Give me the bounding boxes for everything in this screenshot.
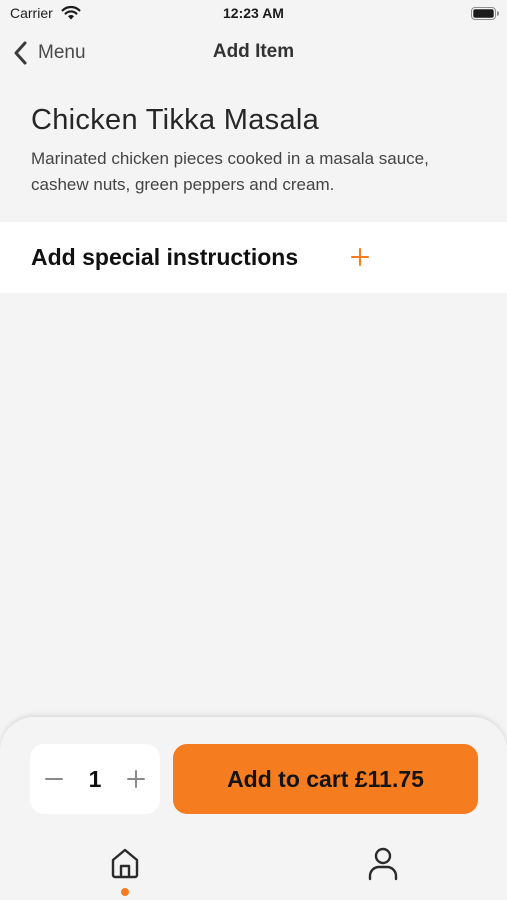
active-tab-indicator [121,888,129,896]
item-description: Marinated chicken pieces cooked in a mas… [31,149,429,194]
page-title: Add Item [212,41,295,62]
decrease-quantity-button[interactable] [44,769,64,789]
plus-icon[interactable] [350,247,370,267]
quantity-stepper: 1 [30,744,160,814]
quantity-value: 1 [88,766,102,792]
tab-home[interactable] [108,847,142,899]
profile-icon [368,847,398,881]
special-instructions-label: Add special instructions [31,244,299,270]
battery-icon [471,7,499,20]
bottom-panel: 1 Add to cart £11.75 [0,717,507,900]
add-special-instructions-row[interactable]: Add special instructions [0,222,507,293]
item-name: Chicken Tikka Masala [31,104,320,136]
status-time: 12:23 AM [223,5,284,21]
add-to-cart-button[interactable]: Add to cart £11.75 [173,744,478,814]
tab-profile[interactable] [367,847,399,887]
status-bar: Carrier 12:23 AM [0,0,507,28]
navigation-bar: Menu Add Item [0,30,507,76]
increase-quantity-button[interactable] [126,769,146,789]
home-icon [111,848,139,879]
